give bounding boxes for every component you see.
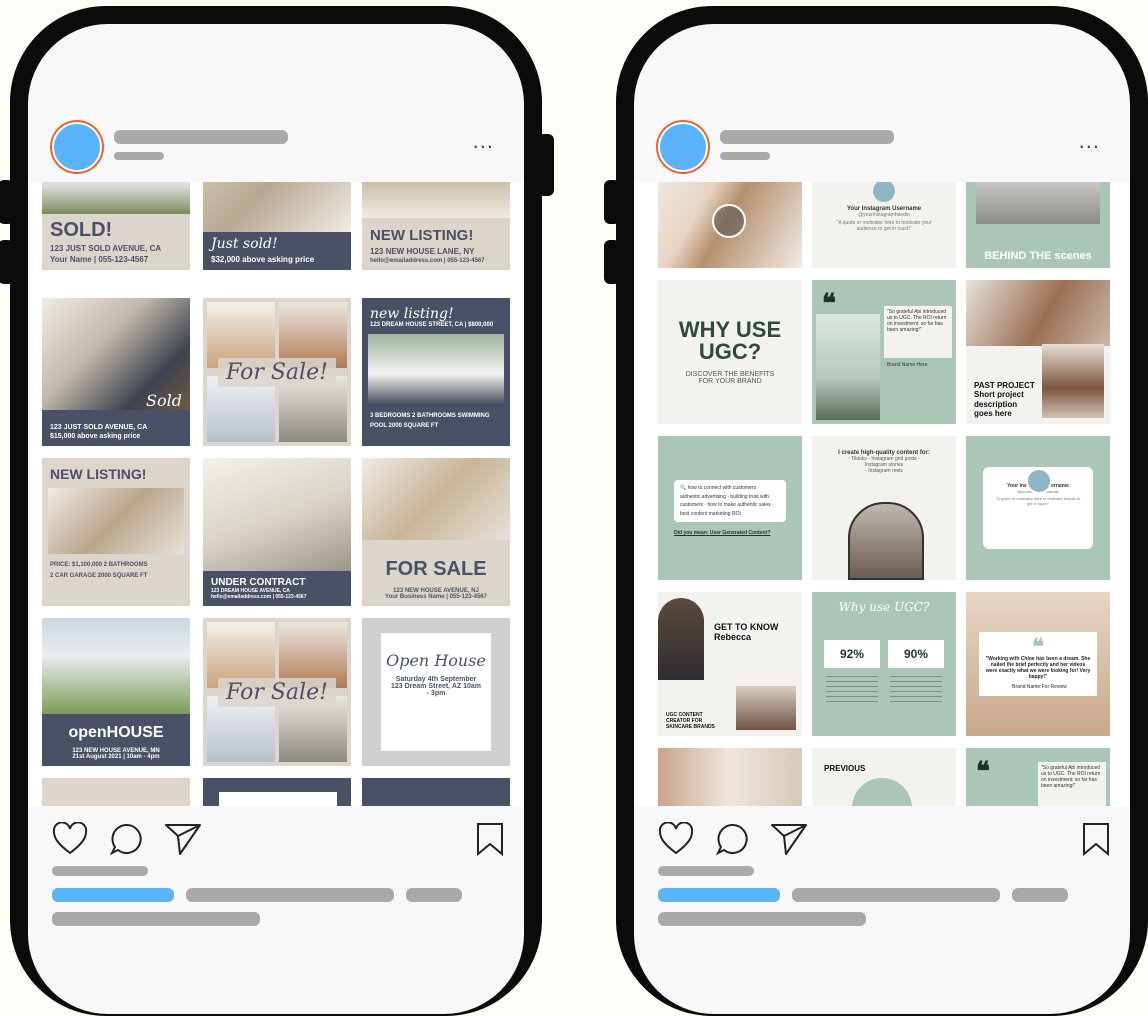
grid-tile[interactable] <box>42 778 190 806</box>
grid-tile[interactable]: GET TO KNOW Rebecca UGC CONTENT CREATOR … <box>658 592 802 736</box>
caption-placeholder <box>406 888 462 902</box>
post-header: ... <box>634 24 1130 182</box>
grid-tile[interactable] <box>658 748 802 806</box>
more-dots-icon[interactable]: ... <box>1079 128 1100 154</box>
grid-tile[interactable]: ❝ "Working with Chloe has been a dream. … <box>966 592 1110 736</box>
phone-side-button <box>604 240 620 284</box>
heart-icon[interactable] <box>52 822 88 856</box>
phone-screen-left: ... SOLD! 123 JUST SOLD AVENUE, CA Your … <box>28 24 524 1014</box>
grid-tile[interactable]: Sold 123 JUST SOLD AVENUE, CA $15,000 ab… <box>42 298 190 446</box>
grid-tile[interactable]: 🔍 how to connect with customers authenti… <box>658 436 802 580</box>
send-icon[interactable] <box>164 822 202 856</box>
grid-tile[interactable]: Your Instagram Username @yourinstagramha… <box>812 182 956 268</box>
likes-placeholder <box>658 866 754 876</box>
phone-power-button <box>538 134 554 196</box>
phone-side-button <box>0 240 14 284</box>
grid-tile[interactable]: PREVIOUS <box>812 748 956 806</box>
grid-tile[interactable]: Your Instagram Username @yourinstagramha… <box>966 436 1110 580</box>
grid-tile[interactable]: PAST PROJECT Short project description g… <box>966 280 1110 424</box>
grid-tile[interactable]: BEHIND THE scenes <box>966 182 1110 268</box>
caption-placeholder <box>658 912 866 926</box>
bookmark-icon[interactable] <box>1082 822 1110 856</box>
grid-tile[interactable]: I create high-quality content for: - Tik… <box>812 436 956 580</box>
grid-tile[interactable] <box>658 182 802 268</box>
comment-icon[interactable] <box>716 822 750 856</box>
phone-screen-right: ... Your Instagram Username @yourinstagr… <box>634 24 1130 1014</box>
grid-tile[interactable]: Open House Saturday 4th September 123 Dr… <box>362 618 510 766</box>
grid-tile[interactable]: "So grateful Abi introduced us to UGC. T… <box>812 280 956 424</box>
grid-tile[interactable] <box>203 778 351 806</box>
comment-icon[interactable] <box>110 822 144 856</box>
phone-left: ... SOLD! 123 JUST SOLD AVENUE, CA Your … <box>0 6 554 1016</box>
grid-tile[interactable]: For Sale! <box>203 618 351 766</box>
grid-tile[interactable]: SOLD! 123 JUST SOLD AVENUE, CA Your Name… <box>42 182 190 270</box>
grid-tile[interactable]: Just sold! $32,000 above asking price <box>203 182 351 270</box>
send-icon[interactable] <box>770 822 808 856</box>
grid-tile[interactable]: openHOUSE 123 NEW HOUSE AVENUE, MN 21st … <box>42 618 190 766</box>
likes-placeholder <box>52 866 148 876</box>
phone-side-button <box>604 180 620 224</box>
bookmark-icon[interactable] <box>476 822 504 856</box>
avatar[interactable] <box>658 122 708 172</box>
post-image-grid[interactable]: Your Instagram Username @yourinstagramha… <box>634 182 1130 806</box>
grid-tile[interactable]: NEW LISTING! 123 NEW HOUSE LANE, NY hell… <box>362 182 510 270</box>
location-placeholder <box>720 152 770 160</box>
grid-tile[interactable]: NEW LISTING! PRICE: $1,100,000 2 BATHROO… <box>42 458 190 606</box>
post-actions <box>634 806 1130 1006</box>
phone-right: ... Your Instagram Username @yourinstagr… <box>604 6 1148 1016</box>
caption-placeholder <box>186 888 394 902</box>
caption-placeholder <box>1012 888 1068 902</box>
play-icon[interactable] <box>712 204 746 238</box>
phone-side-button <box>0 180 14 224</box>
avatar[interactable] <box>52 122 102 172</box>
username-placeholder[interactable] <box>114 130 288 144</box>
caption-placeholder <box>52 912 260 926</box>
grid-tile[interactable]: new listing! 123 DREAM HOUSE STREET, CA … <box>362 298 510 446</box>
more-dots-icon[interactable]: ... <box>473 128 494 154</box>
location-placeholder <box>114 152 164 160</box>
grid-tile[interactable]: For Sale! <box>203 298 351 446</box>
heart-icon[interactable] <box>658 822 694 856</box>
caption-placeholder <box>792 888 1000 902</box>
caption-username-placeholder[interactable] <box>52 888 174 902</box>
username-placeholder[interactable] <box>720 130 894 144</box>
post-header: ... <box>28 24 524 182</box>
post-actions <box>28 806 524 1006</box>
caption-username-placeholder[interactable] <box>658 888 780 902</box>
grid-tile[interactable]: FOR SALE 123 NEW HOUSE AVENUE, NJ Your B… <box>362 458 510 606</box>
grid-tile[interactable]: ❝ "So grateful Abi introduced us to UGC.… <box>966 748 1110 806</box>
grid-tile[interactable]: Why use UGC? 92% 90% <box>812 592 956 736</box>
grid-tile[interactable] <box>362 778 510 806</box>
grid-tile[interactable]: WHY USE UGC? DISCOVER THE BENEFITS FOR Y… <box>658 280 802 424</box>
post-image-grid[interactable]: SOLD! 123 JUST SOLD AVENUE, CA Your Name… <box>28 182 524 806</box>
grid-tile[interactable]: UNDER CONTRACT 123 DREAM HOUSE AVENUE, C… <box>203 458 351 606</box>
